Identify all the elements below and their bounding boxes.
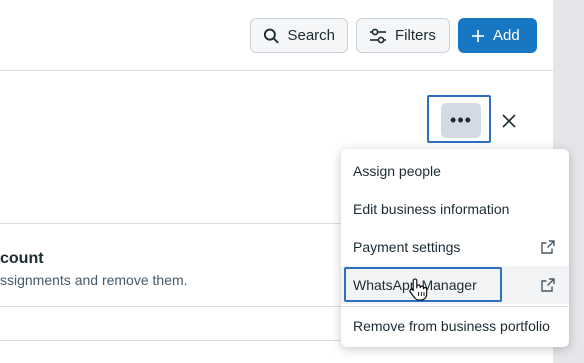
close-icon[interactable] bbox=[499, 111, 519, 131]
more-options-menu: Assign people Edit business information … bbox=[341, 149, 569, 347]
search-icon bbox=[263, 28, 279, 43]
account-section-description: ssignments and remove them. bbox=[0, 272, 188, 288]
menu-item-label: Assign people bbox=[353, 163, 441, 179]
section-divider bbox=[0, 340, 346, 341]
filters-button[interactable]: Filters bbox=[356, 18, 450, 53]
menu-item-assign-people[interactable]: Assign people bbox=[341, 152, 569, 190]
menu-item-remove-from-business-portfolio[interactable]: Remove from business portfolio bbox=[341, 307, 569, 345]
filters-button-label: Filters bbox=[395, 27, 436, 44]
hand-cursor-icon bbox=[409, 278, 428, 301]
menu-item-payment-settings[interactable]: Payment settings bbox=[341, 228, 569, 266]
plus-icon bbox=[472, 29, 484, 42]
header-divider bbox=[0, 70, 553, 71]
more-options-button[interactable]: ••• bbox=[441, 103, 481, 138]
section-divider bbox=[0, 306, 346, 307]
menu-item-label: Edit business information bbox=[353, 201, 510, 217]
add-button-label: Add bbox=[493, 27, 520, 44]
section-divider bbox=[0, 223, 346, 224]
add-button[interactable]: Add bbox=[458, 18, 537, 53]
account-section-title: count bbox=[0, 250, 44, 267]
menu-item-label: Payment settings bbox=[353, 239, 461, 255]
search-button[interactable]: Search bbox=[250, 18, 348, 53]
external-link-icon bbox=[541, 240, 555, 254]
menu-item-label: Remove from business portfolio bbox=[353, 318, 550, 334]
sliders-icon bbox=[370, 28, 386, 43]
menu-item-edit-business-information[interactable]: Edit business information bbox=[341, 190, 569, 228]
search-button-label: Search bbox=[287, 27, 335, 44]
external-link-icon bbox=[541, 278, 555, 292]
more-icon: ••• bbox=[450, 110, 472, 130]
